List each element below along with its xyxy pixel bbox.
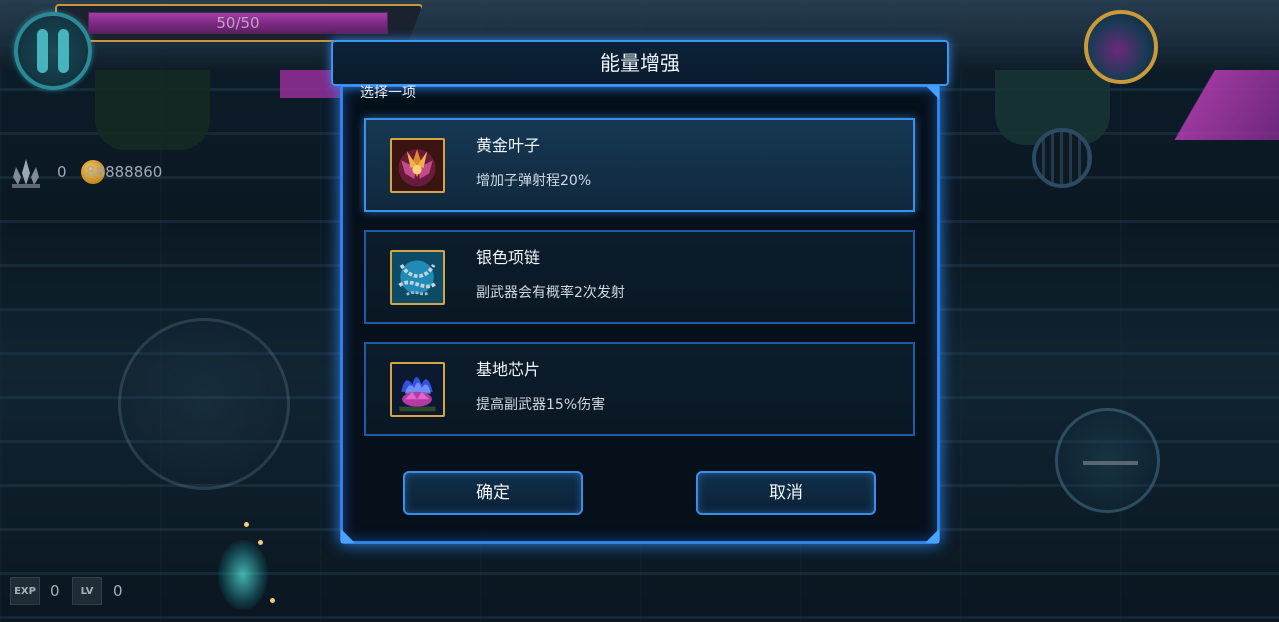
background-vent (1032, 128, 1092, 188)
dialog-subtitle: 选择一项 (360, 85, 416, 101)
background-magenta-light (1169, 70, 1279, 140)
background-panel (95, 70, 210, 150)
player-glow (218, 540, 268, 610)
level-badge: LV (72, 577, 102, 605)
golden-leaf-icon (390, 138, 445, 193)
hp-text: 50/50 (216, 14, 260, 32)
weapon-icon (1083, 461, 1138, 465)
option-name: 银色项链 (476, 248, 541, 267)
option-description: 增加子弹射程20% (476, 173, 592, 189)
fire-joystick[interactable] (1055, 408, 1160, 513)
option-description: 副武器会有概率2次发射 (476, 285, 625, 301)
level-value: 0 (113, 582, 123, 600)
spark (270, 598, 275, 603)
corner-ornament (925, 529, 939, 543)
pause-icon (37, 29, 48, 73)
corner-ornament (341, 529, 355, 543)
cancel-button[interactable]: 取消 (696, 471, 876, 515)
exp-value: 0 (50, 582, 60, 600)
option-silver-necklace[interactable]: 银色项链 副武器会有概率2次发射 (364, 230, 915, 324)
spark (244, 522, 249, 527)
pause-button[interactable] (14, 12, 92, 90)
minimap[interactable] (1084, 10, 1158, 84)
confirm-button[interactable]: 确定 (403, 471, 583, 515)
spark (258, 540, 263, 545)
dialog-title: 能量增强 (600, 51, 680, 75)
option-name: 黄金叶子 (476, 136, 541, 155)
option-golden-leaf[interactable]: 黄金叶子 增加子弹射程20% (364, 118, 915, 212)
coin-count: 88888860 (86, 163, 163, 181)
base-chip-icon (390, 362, 445, 417)
option-base-chip[interactable]: 基地芯片 提高副武器15%伤害 (364, 342, 915, 436)
crystal-count: 0 (57, 163, 67, 181)
crystal-icon (12, 159, 40, 188)
corner-ornament (925, 85, 939, 99)
option-name: 基地芯片 (476, 360, 541, 379)
movement-joystick[interactable] (118, 318, 290, 490)
dialog-title-bar: 能量增强 (331, 40, 949, 86)
pause-icon (58, 29, 69, 73)
silver-necklace-icon (390, 250, 445, 305)
option-description: 提高副武器15%伤害 (476, 397, 606, 413)
exp-badge: EXP (10, 577, 40, 605)
